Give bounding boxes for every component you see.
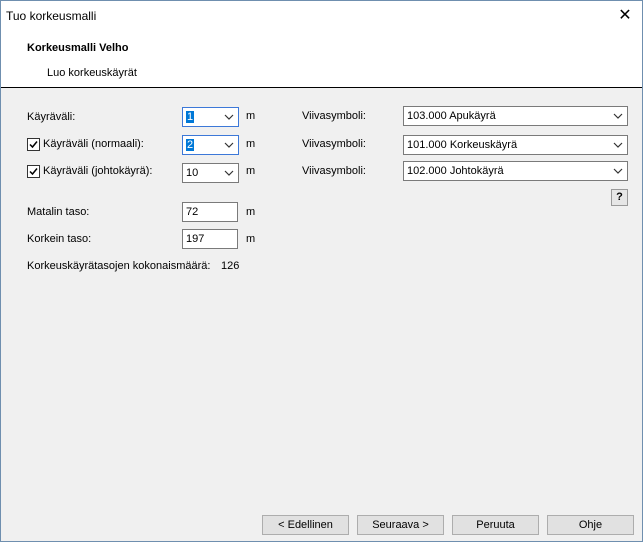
contour-interval-unit: m — [246, 110, 256, 122]
cancel-button[interactable]: Peruuta — [452, 515, 539, 535]
normal-interval-combo[interactable]: 2 — [182, 135, 239, 155]
header-title: Korkeusmalli Velho — [27, 42, 129, 54]
max-level-input[interactable]: 197 — [182, 229, 238, 249]
min-level-input[interactable]: 72 — [182, 202, 238, 222]
index-interval-combo[interactable]: 10 — [182, 163, 239, 183]
total-levels-value: 126 — [221, 260, 240, 272]
symbol-select-2[interactable]: 101.000 Korkeuskäyrä — [403, 135, 628, 155]
min-level-value: 72 — [186, 206, 199, 218]
dialog-window: Tuo korkeusmalli ✕ Korkeusmalli Velho Lu… — [0, 0, 643, 542]
normal-interval-checkbox[interactable] — [27, 138, 40, 151]
normal-interval-label: Käyräväli (normaali): — [43, 138, 144, 150]
checkmark-icon — [29, 168, 38, 176]
contour-interval-label: Käyräväli: — [27, 111, 76, 123]
wizard-header: Korkeusmalli Velho Luo korkeuskäyrät — [1, 31, 642, 88]
chevron-down-icon — [224, 170, 234, 176]
max-level-label: Korkein taso: — [27, 233, 92, 245]
symbol-label-3: Viivasymboli: — [302, 165, 366, 177]
index-interval-value: 10 — [186, 167, 199, 179]
help-icon[interactable]: ? — [611, 189, 628, 206]
chevron-down-icon — [613, 168, 623, 174]
max-level-value: 197 — [186, 233, 205, 245]
close-icon[interactable]: ✕ — [614, 5, 636, 27]
help-button[interactable]: Ohje — [547, 515, 634, 535]
chevron-down-icon — [224, 114, 234, 120]
symbol-select-3-value: 102.000 Johtokäyrä — [407, 165, 504, 177]
normal-interval-unit: m — [246, 138, 256, 150]
symbol-label-1: Viivasymboli: — [302, 110, 366, 122]
chevron-down-icon — [613, 142, 623, 148]
chevron-down-icon — [224, 142, 234, 148]
header-subtitle: Luo korkeuskäyrät — [47, 67, 137, 79]
index-interval-label: Käyräväli (johtokäyrä): — [43, 165, 153, 177]
next-button[interactable]: Seuraava > — [357, 515, 444, 535]
symbol-select-3[interactable]: 102.000 Johtokäyrä — [403, 161, 628, 181]
chevron-down-icon — [613, 113, 623, 119]
total-levels-label: Korkeuskäyrätasojen kokonaismäärä: — [27, 260, 211, 272]
symbol-select-2-value: 101.000 Korkeuskäyrä — [407, 139, 518, 151]
symbol-label-2: Viivasymboli: — [302, 138, 366, 150]
min-level-label: Matalin taso: — [27, 206, 90, 218]
symbol-select-1[interactable]: 103.000 Apukäyrä — [403, 106, 628, 126]
title-bar: Tuo korkeusmalli ✕ — [1, 1, 642, 31]
checkmark-icon — [29, 141, 38, 149]
window-title: Tuo korkeusmalli — [6, 9, 97, 23]
min-level-unit: m — [246, 206, 256, 218]
max-level-unit: m — [246, 233, 256, 245]
symbol-select-1-value: 103.000 Apukäyrä — [407, 110, 496, 122]
index-interval-checkbox[interactable] — [27, 165, 40, 178]
index-interval-unit: m — [246, 165, 256, 177]
back-button[interactable]: < Edellinen — [262, 515, 349, 535]
normal-interval-value: 2 — [186, 139, 195, 151]
contour-interval-value: 1 — [186, 111, 195, 123]
contour-interval-combo[interactable]: 1 — [182, 107, 239, 127]
